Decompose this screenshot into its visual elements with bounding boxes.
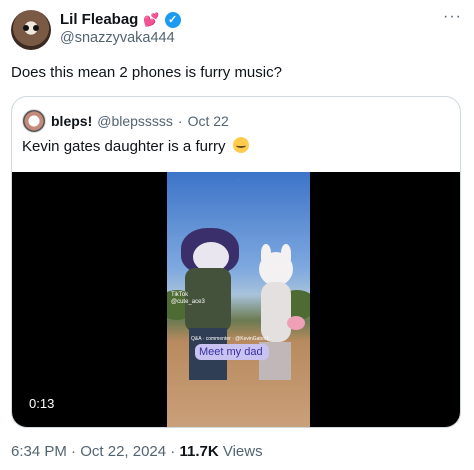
author-name-row: Lil Fleabag 💕 ✓ (60, 11, 181, 28)
video-frame: ··· TikTok @cute_ace3 Q&A · commenter · … (167, 172, 310, 427)
views-count[interactable]: 11.7K (179, 443, 218, 460)
tweet-date[interactable]: Oct 22, 2024 (80, 443, 166, 460)
heart-icon: 💕 (143, 11, 160, 27)
avatar-eye (33, 25, 39, 31)
tweet-meta: 6:34 PM · Oct 22, 2024 · 11.7K Views (11, 443, 263, 460)
video-top-caption: ··· (236, 178, 241, 184)
author-handle[interactable]: @snazzyvaka444 (60, 30, 175, 46)
verified-badge-icon[interactable]: ✓ (164, 11, 181, 28)
fox-fursuit-head (259, 252, 293, 286)
tweet-time[interactable]: 6:34 PM (11, 443, 67, 460)
more-options-icon[interactable]: ··· (443, 8, 462, 26)
quoted-avatar[interactable] (22, 109, 46, 133)
separator-dot: · (170, 443, 176, 460)
fox-fursuit-body (261, 282, 291, 342)
quoted-text-row: Kevin gates daughter is a furry (22, 137, 249, 155)
meet-my-dad-sticker: Meet my dad (195, 344, 269, 360)
sticker-text: Meet my dad (199, 346, 263, 358)
avatar-eye (23, 25, 29, 31)
quoted-header: bleps! @blepsssss · Oct 22 (22, 109, 229, 133)
tweet-text: Does this mean 2 phones is furry music? (11, 64, 282, 81)
separator-dot: · (71, 443, 77, 460)
separator-dot: · (177, 113, 183, 129)
caption-snippet: Q&A · commenter · @KevinGates1 (191, 336, 269, 342)
tiktok-handle: @cute_ace3 (171, 299, 205, 305)
quoted-handle[interactable]: @blepsssss (97, 113, 173, 129)
tiktok-watermark: TikTok @cute_ace3 (171, 292, 205, 306)
fox-fursuit-tail (287, 316, 305, 330)
views-label: Views (222, 443, 263, 460)
quoted-text: Kevin gates daughter is a furry (22, 138, 226, 155)
avatar[interactable] (11, 10, 51, 50)
video-duration: 0:13 (22, 393, 62, 414)
quoted-tweet[interactable]: bleps! @blepsssss · Oct 22 Kevin gates d… (11, 96, 461, 428)
quoted-date[interactable]: Oct 22 (188, 113, 229, 129)
quoted-display-name[interactable]: bleps! (51, 113, 92, 129)
tiktok-label: TikTok (171, 292, 189, 298)
crying-face-icon (232, 137, 249, 153)
video-player[interactable]: ··· TikTok @cute_ace3 Q&A · commenter · … (12, 172, 460, 427)
display-name[interactable]: Lil Fleabag (60, 11, 138, 28)
